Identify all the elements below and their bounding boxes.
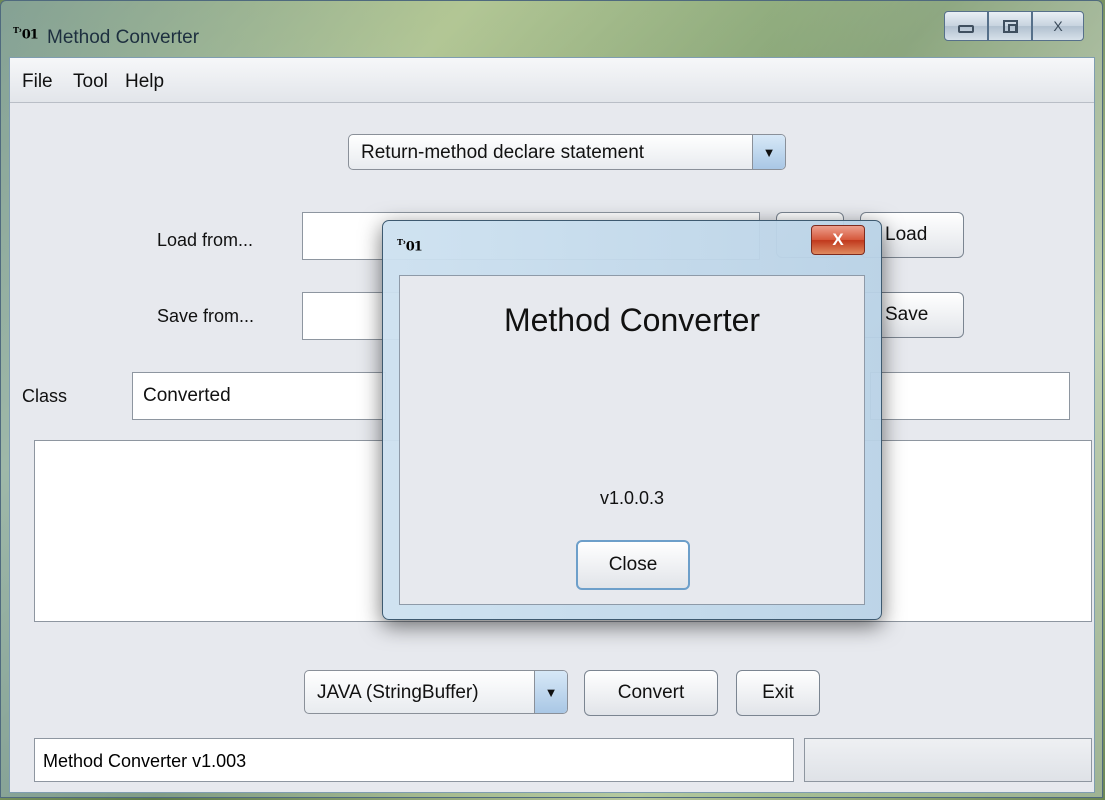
convert-button[interactable]: Convert	[584, 670, 718, 716]
exit-button[interactable]: Exit	[736, 670, 820, 716]
menu-file[interactable]: File	[22, 71, 53, 93]
chevron-down-icon[interactable]: ▼	[752, 135, 785, 169]
class-input[interactable]: Converted	[132, 372, 386, 420]
dialog-close-button[interactable]: Close	[576, 540, 690, 590]
dialog-version: v1.0.0.3	[599, 488, 665, 508]
menu-bar: File Tool Help	[10, 58, 1094, 103]
language-select-value: JAVA (StringBuffer)	[317, 682, 479, 703]
window-controls: X	[944, 11, 1084, 41]
method-input[interactable]	[870, 372, 1070, 420]
mode-select[interactable]: Return-method declare statement ▼	[348, 134, 786, 170]
minimize-icon	[958, 25, 974, 33]
mode-select-value: Return-method declare statement	[361, 142, 645, 163]
app-icon: Tʾ01	[397, 237, 423, 255]
chevron-down-icon[interactable]: ▼	[534, 671, 567, 713]
close-window-button[interactable]: X	[1032, 11, 1084, 41]
about-dialog: Tʾ01 X Method Converter v1.0.0.3 Close	[382, 220, 882, 620]
close-icon: X	[1053, 18, 1063, 34]
status-text: Method Converter v1.003	[34, 738, 794, 782]
maximize-icon	[1002, 19, 1018, 33]
class-label: Class	[22, 386, 68, 406]
status-progress	[804, 738, 1092, 782]
menu-help[interactable]: Help	[125, 71, 164, 93]
window-title: Method Converter	[47, 27, 200, 48]
load-label: Load from...	[157, 230, 254, 250]
language-select[interactable]: JAVA (StringBuffer) ▼	[304, 670, 568, 714]
dialog-content: Method Converter v1.0.0.3 Close	[399, 275, 865, 605]
menu-tool[interactable]: Tool	[73, 71, 108, 93]
app-icon: Tʾ01	[13, 25, 39, 43]
dialog-close-icon[interactable]: X	[811, 225, 865, 255]
save-label: Save from...	[157, 306, 255, 326]
title-bar[interactable]: Tʾ01 Method Converter X	[1, 1, 1102, 57]
dialog-title: Method Converter	[503, 302, 761, 338]
minimize-button[interactable]	[944, 11, 988, 41]
maximize-button[interactable]	[988, 11, 1032, 41]
